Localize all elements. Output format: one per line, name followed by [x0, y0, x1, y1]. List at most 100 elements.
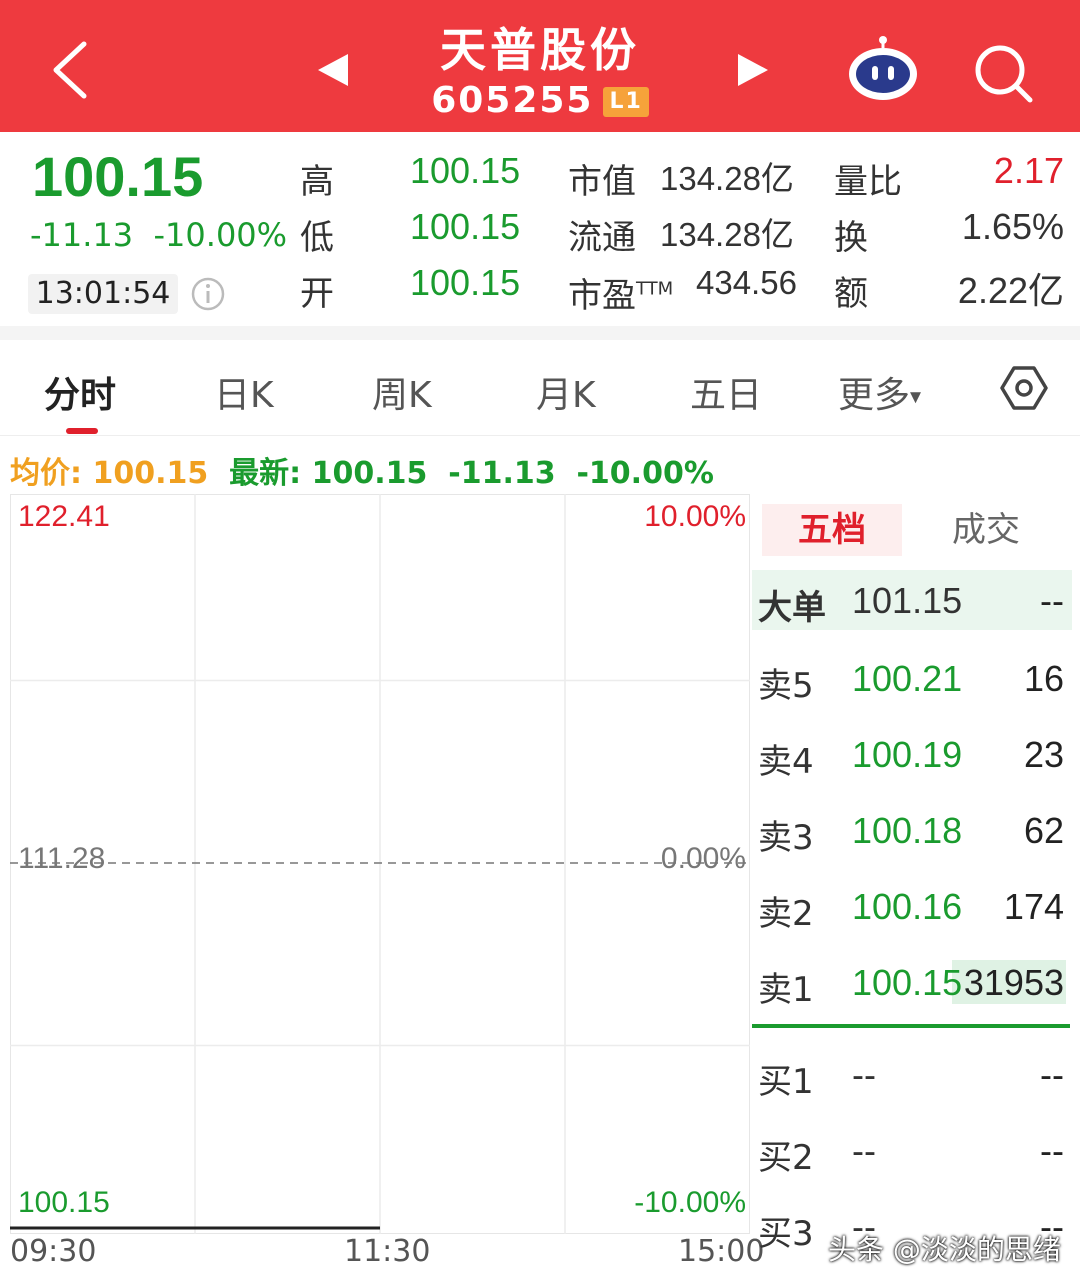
y-axis-prevclose-label: 111.28: [18, 842, 106, 875]
pe-ttm-sup: TTM: [636, 278, 674, 300]
pe-value: 434.56: [696, 264, 797, 301]
ask-row[interactable]: 卖5 100.21 16: [752, 648, 1072, 708]
chart-period-tabs: 分时 日K 周K 月K 五日 更多▾: [0, 340, 1080, 436]
bid-price: --: [852, 1130, 876, 1171]
float-value: 134.28亿: [660, 216, 794, 253]
ask-label: 卖3: [758, 818, 814, 858]
change-percent: -10.00%: [153, 216, 288, 254]
ask-row[interactable]: 卖2 100.16 174: [752, 876, 1072, 936]
tab-intraday[interactable]: 分时: [44, 366, 116, 418]
y-axis-high-label: 122.41: [18, 500, 110, 533]
ask-vol: 62: [1023, 810, 1064, 851]
volratio-label: 量比: [834, 162, 902, 202]
y-axis-low-label: 100.15: [18, 1186, 110, 1219]
tab-five-day[interactable]: 五日: [690, 366, 762, 418]
avg-price-label: 均价:: [10, 456, 82, 491]
amount-value: 2.22亿: [957, 270, 1064, 311]
high-value: 100.15: [410, 150, 521, 191]
latest-price-label: 最新:: [229, 456, 302, 491]
x-axis-midday-time: 11:30: [344, 1234, 431, 1269]
chart-legend: 均价: 100.15 最新: 100.15 -11.13 -10.00%: [10, 448, 714, 492]
ask-price: 100.19: [852, 734, 963, 775]
turnover-label: 换: [834, 218, 868, 258]
stock-code: 605255: [431, 80, 594, 121]
quote-panel: 100.15 -11.13 -10.00% 13:01:54 高 100.15 …: [0, 132, 1080, 328]
low-value: 100.15: [410, 206, 521, 247]
tab-five-levels[interactable]: 五档: [762, 504, 902, 556]
bid-price: --: [852, 1054, 876, 1095]
big-order-price: 101.15: [852, 580, 963, 621]
open-value: 100.15: [410, 262, 521, 303]
search-icon[interactable]: [970, 40, 1036, 106]
x-axis-open-time: 09:30: [10, 1234, 97, 1269]
low-label: 低: [300, 218, 334, 258]
y-axis-low-pct-label: -10.00%: [634, 1186, 746, 1219]
float-label: 流通: [568, 218, 636, 258]
level-badge: L1: [603, 87, 649, 117]
next-stock-icon[interactable]: [736, 52, 770, 88]
bid-row[interactable]: 买1 -- --: [752, 1044, 1072, 1104]
robot-assistant-icon[interactable]: [846, 36, 920, 102]
y-axis-high-pct-label: 10.00%: [644, 500, 746, 533]
top-bar: 天普股份 605255 L1: [0, 0, 1080, 132]
ask-vol: 16: [1023, 658, 1064, 699]
latest-price-value: 100.15: [311, 456, 428, 491]
ask-price: 100.16: [852, 886, 963, 927]
tab-monthly-k[interactable]: 月K: [536, 366, 596, 418]
watermark: 头条 @淡淡的思绪: [828, 1233, 1061, 1266]
intraday-chart[interactable]: [10, 494, 750, 1234]
bid-ask-divider: [752, 1024, 1070, 1028]
volratio-value: 2.17: [993, 150, 1064, 191]
last-price: 100.15: [32, 145, 204, 208]
order-book-panel: 五档 成交 大单 101.15 -- 卖5 100.21 16 卖4 100.1…: [752, 498, 1072, 1284]
ask-price: 100.18: [852, 810, 963, 851]
ask-vol: 23: [1023, 734, 1064, 775]
bid-label: 买2: [758, 1138, 814, 1178]
info-icon[interactable]: [190, 276, 226, 312]
ask-row[interactable]: 卖3 100.18 62: [752, 800, 1072, 860]
tab-weekly-k[interactable]: 周K: [372, 366, 432, 418]
quote-time: 13:01:54: [28, 274, 178, 314]
high-label: 高: [300, 162, 334, 202]
tab-more-label: 更多: [838, 375, 911, 416]
ask-label: 卖1: [758, 970, 814, 1010]
latest-change: -11.13: [448, 456, 556, 491]
big-order-vol: --: [1040, 580, 1064, 621]
amount-label: 额: [834, 274, 868, 314]
price-change: -11.13 -10.00%: [30, 216, 287, 254]
ask-label: 卖5: [758, 666, 814, 706]
ask-label: 卖2: [758, 894, 814, 934]
ask-vol: 31953: [963, 962, 1064, 1003]
active-tab-indicator: [66, 428, 98, 434]
order-book-tabs: 五档 成交: [752, 498, 1072, 562]
chart-settings-icon[interactable]: [1000, 364, 1048, 412]
avg-price-value: 100.15: [92, 456, 209, 491]
ask-price: 100.15: [852, 962, 963, 1003]
mktcap-value: 134.28亿: [660, 160, 794, 197]
open-label: 开: [300, 274, 334, 314]
ask-price: 100.21: [852, 658, 963, 699]
dropdown-caret-icon: ▾: [910, 384, 922, 410]
section-separator: [0, 326, 1080, 340]
tab-daily-k[interactable]: 日K: [214, 366, 274, 418]
big-order-row: 大单 101.15 --: [752, 570, 1072, 630]
bid-vol: --: [1040, 1130, 1064, 1171]
turnover-value: 1.65%: [961, 206, 1064, 247]
mktcap-label: 市值: [568, 162, 636, 202]
latest-change-pct: -10.00%: [576, 456, 714, 491]
tab-more[interactable]: 更多▾: [838, 366, 921, 418]
big-order-label: 大单: [758, 588, 826, 628]
pe-label: 市盈TTM: [568, 268, 673, 317]
bid-label: 买3: [758, 1214, 814, 1254]
ask-row[interactable]: 卖4 100.19 23: [752, 724, 1072, 784]
change-value: -11.13: [30, 216, 134, 254]
ask-row[interactable]: 卖1 100.15 31953: [752, 952, 1072, 1012]
bid-row[interactable]: 买2 -- --: [752, 1120, 1072, 1180]
ask-vol: 174: [1003, 886, 1064, 927]
pe-label-text: 市盈: [568, 276, 636, 316]
y-axis-zero-pct-label: 0.00%: [660, 842, 746, 875]
tab-trades[interactable]: 成交: [952, 504, 1020, 556]
bid-vol: --: [1040, 1054, 1064, 1095]
ask-label: 卖4: [758, 742, 814, 782]
bid-label: 买1: [758, 1062, 814, 1102]
